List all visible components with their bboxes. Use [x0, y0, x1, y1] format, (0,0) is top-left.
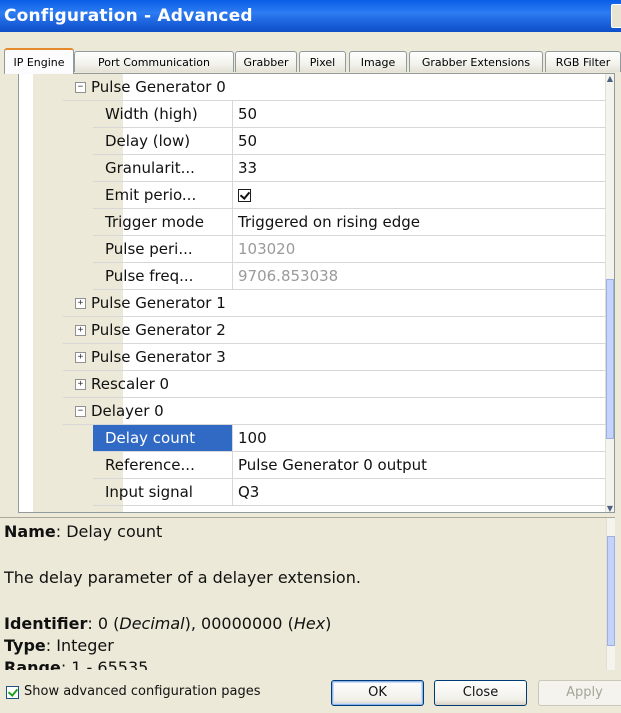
tab-grabber[interactable]: Grabber	[235, 51, 297, 72]
property-value[interactable]: 33	[233, 155, 614, 182]
property-row-selected[interactable]: Delay count 100	[33, 425, 614, 452]
property-value[interactable]: 50	[233, 101, 614, 128]
property-value[interactable]: Q3	[233, 479, 614, 506]
property-name: Pulse freq...	[93, 263, 233, 290]
tab-ip-engine[interactable]: IP Engine	[4, 48, 74, 74]
emit-periodic-checkbox[interactable]	[238, 189, 251, 202]
property-name: Width (high)	[93, 101, 233, 128]
group-label: Pulse Generator 1	[91, 294, 226, 312]
group-rescaler-0[interactable]: + Rescaler 0	[63, 371, 614, 398]
property-value[interactable]: Pulse Generator 0 output	[233, 452, 614, 479]
tab-grabber-extensions[interactable]: Grabber Extensions	[409, 51, 543, 72]
description-identifier-line: Identifier: 0 (Decimal), 00000000 (Hex)	[4, 614, 332, 633]
property-name: Reference...	[93, 452, 233, 479]
expand-icon[interactable]: +	[75, 325, 86, 336]
tab-pixel[interactable]: Pixel	[299, 51, 346, 72]
scroll-up-icon[interactable]: ▲	[606, 74, 614, 84]
description-name-line: Name: Delay count	[4, 522, 163, 541]
group-label: Delayer 0	[91, 402, 164, 420]
group-delayer-0[interactable]: − Delayer 0	[63, 398, 614, 425]
property-value[interactable]: Triggered on rising edge	[233, 209, 614, 236]
group-label: Pulse Generator 3	[91, 348, 226, 366]
description-text: The delay parameter of a delayer extensi…	[4, 568, 361, 587]
group-label: Pulse Generator 0	[91, 78, 226, 96]
tab-strip: IP Engine Port Communication Grabber Pix…	[0, 48, 621, 74]
group-pulse-generator-0[interactable]: − Pulse Generator 0	[63, 74, 614, 101]
grid-scrollbar[interactable]: ▲ ▼	[605, 74, 614, 512]
property-value-readonly: 9706.853038	[233, 263, 614, 290]
tab-rgb-filter[interactable]: RGB Filter	[545, 51, 621, 72]
property-name: Emit perio...	[93, 182, 233, 209]
scrollbar-thumb[interactable]	[606, 279, 614, 439]
property-name: Delay (low)	[93, 128, 233, 155]
title-bar: Configuration - Advanced	[0, 0, 621, 32]
group-pulse-generator-1[interactable]: + Pulse Generator 1	[63, 290, 614, 317]
property-name: Trigger mode	[93, 209, 233, 236]
property-row[interactable]: Delay (low) 50	[33, 128, 614, 155]
property-row[interactable]: Trigger mode Triggered on rising edge	[33, 209, 614, 236]
property-row[interactable]: Pulse freq... 9706.853038	[33, 263, 614, 290]
property-value-checkbox[interactable]	[233, 182, 614, 209]
property-row[interactable]: Reference... Pulse Generator 0 output	[33, 452, 614, 479]
group-label: Rescaler 0	[91, 375, 170, 393]
collapse-icon[interactable]: −	[75, 82, 86, 93]
scroll-down-icon[interactable]: ▼	[606, 504, 614, 512]
property-name: Granularit...	[93, 155, 233, 182]
apply-button: Apply	[538, 680, 621, 706]
property-row[interactable]: Emit perio...	[33, 182, 614, 209]
property-row[interactable]: Granularit... 33	[33, 155, 614, 182]
property-grid-panel: − Pulse Generator 0 Width (high) 50 Dela…	[18, 73, 615, 513]
window-title: Configuration - Advanced	[4, 6, 253, 26]
expand-icon[interactable]: +	[75, 352, 86, 363]
property-name: Input signal	[93, 479, 233, 506]
description-scrollbar[interactable]	[606, 518, 615, 670]
property-name: Pulse peri...	[93, 236, 233, 263]
property-value[interactable]: 50	[233, 128, 614, 155]
group-pulse-generator-2[interactable]: + Pulse Generator 2	[63, 317, 614, 344]
expand-icon[interactable]: +	[75, 379, 86, 390]
property-value-readonly: 103020	[233, 236, 614, 263]
description-range-line: Range: 1 - 65535	[4, 658, 149, 670]
dialog-footer: Show advanced configuration pages OK Clo…	[0, 675, 621, 713]
description-panel: Name: Delay count The delay parameter of…	[0, 517, 615, 670]
close-button[interactable]: Close	[434, 680, 527, 706]
tab-port-communication[interactable]: Port Communication	[74, 51, 234, 72]
property-value[interactable]: 100	[233, 425, 614, 452]
show-advanced-label: Show advanced configuration pages	[24, 684, 261, 699]
collapse-icon[interactable]: −	[75, 406, 86, 417]
expand-icon[interactable]: +	[75, 298, 86, 309]
ok-button[interactable]: OK	[331, 680, 424, 706]
scrollbar-thumb[interactable]	[607, 536, 615, 646]
property-name: Delay count	[93, 425, 233, 452]
property-row[interactable]: Width (high) 50	[33, 101, 614, 128]
tab-image[interactable]: Image	[349, 51, 407, 72]
group-label: Pulse Generator 2	[91, 321, 226, 339]
window-control-button[interactable]	[611, 4, 621, 28]
show-advanced-checkbox[interactable]	[6, 686, 19, 699]
description-type-line: Type: Integer	[4, 636, 114, 655]
property-row[interactable]: Input signal Q3	[33, 479, 614, 506]
property-row[interactable]: Pulse peri... 103020	[33, 236, 614, 263]
group-pulse-generator-3[interactable]: + Pulse Generator 3	[63, 344, 614, 371]
